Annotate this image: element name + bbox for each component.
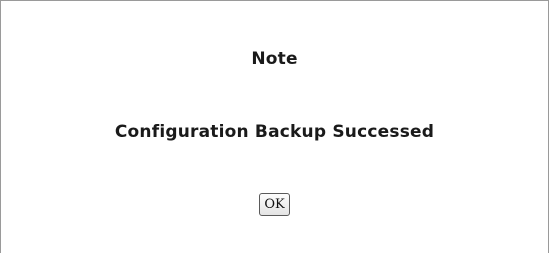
message-dialog: Note Configuration Backup Successed OK <box>0 0 549 253</box>
dialog-title: Note <box>251 49 298 69</box>
ok-button[interactable]: OK <box>259 193 290 216</box>
dialog-message: Configuration Backup Successed <box>114 122 435 142</box>
